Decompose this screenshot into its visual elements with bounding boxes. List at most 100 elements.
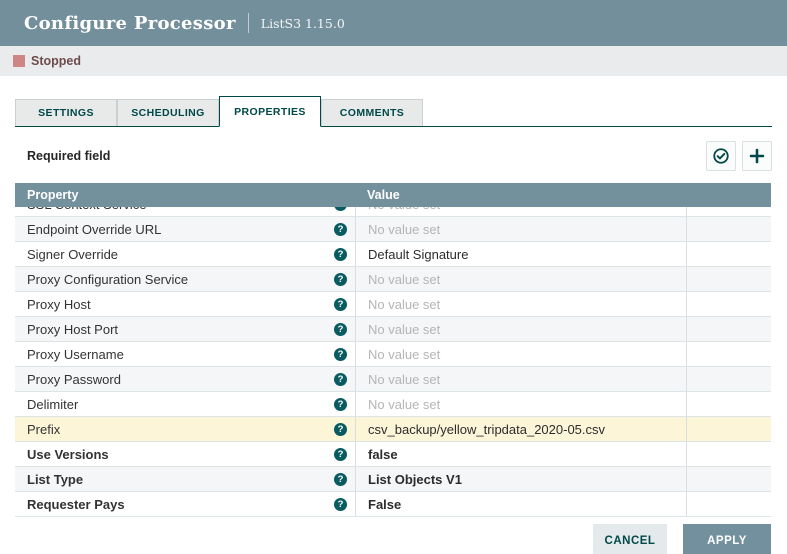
row-actions-cell <box>686 342 771 366</box>
processor-name-version: ListS3 1.15.0 <box>261 16 345 31</box>
row-actions-cell <box>686 317 771 341</box>
property-name: Proxy Host <box>27 297 334 312</box>
tab-properties[interactable]: PROPERTIES <box>219 96 321 127</box>
value-cell[interactable]: No value set <box>355 317 686 341</box>
help-icon[interactable]: ? <box>334 373 347 386</box>
properties-table: Property Value SSL Context Service ? No … <box>15 183 771 517</box>
property-cell: List Type ? <box>15 467 355 491</box>
add-property-button[interactable] <box>742 141 772 171</box>
tab-comments[interactable]: COMMENTS <box>321 99 423 126</box>
property-cell: Endpoint Override URL ? <box>15 217 355 241</box>
help-icon[interactable]: ? <box>334 223 347 236</box>
plus-icon <box>748 147 766 165</box>
dialog-title: Configure Processor <box>24 13 236 34</box>
table-row[interactable]: Requester Pays ? False <box>15 492 771 517</box>
row-actions-cell <box>686 392 771 416</box>
property-cell: Proxy Password ? <box>15 367 355 391</box>
value-cell[interactable]: No value set <box>355 342 686 366</box>
property-name: Prefix <box>27 422 334 437</box>
value-cell[interactable]: false <box>355 442 686 466</box>
configure-processor-dialog: Configure Processor ListS3 1.15.0 Stoppe… <box>0 0 787 554</box>
value-cell[interactable]: csv_backup/yellow_tripdata_2020-05.csv <box>355 417 686 441</box>
cancel-button[interactable]: CANCEL <box>593 524 667 554</box>
table-row[interactable]: List Type ? List Objects V1 <box>15 467 771 492</box>
help-icon[interactable]: ? <box>334 348 347 361</box>
dialog-footer: CANCEL APPLY <box>593 524 771 554</box>
property-name: Proxy Configuration Service <box>27 272 334 287</box>
row-actions-cell <box>686 467 771 491</box>
property-cell: Prefix ? <box>15 417 355 441</box>
help-icon[interactable]: ? <box>334 498 347 511</box>
required-field-label: Required field <box>15 149 110 163</box>
property-name: Signer Override <box>27 247 334 262</box>
help-icon[interactable]: ? <box>334 473 347 486</box>
property-cell: Proxy Host ? <box>15 292 355 316</box>
verify-properties-button[interactable] <box>706 141 736 171</box>
property-cell: Use Versions ? <box>15 442 355 466</box>
table-body: SSL Context Service ? No value set Endpo… <box>15 192 771 517</box>
table-row[interactable]: Proxy Host Port ? No value set <box>15 317 771 342</box>
property-name: Proxy Password <box>27 372 334 387</box>
property-name: Proxy Host Port <box>27 322 334 337</box>
value-cell[interactable]: No value set <box>355 292 686 316</box>
tab-settings[interactable]: SETTINGS <box>15 99 117 126</box>
row-actions-cell <box>686 217 771 241</box>
property-column-header: Property <box>15 188 355 202</box>
table-row[interactable]: Use Versions ? false <box>15 442 771 467</box>
value-cell[interactable]: Default Signature <box>355 242 686 266</box>
properties-toolbar: Required field <box>15 141 772 171</box>
verify-properties-icon <box>712 147 730 165</box>
table-row[interactable]: Delimiter ? No value set <box>15 392 771 417</box>
row-actions-cell <box>686 267 771 291</box>
table-row[interactable]: Endpoint Override URL ? No value set <box>15 217 771 242</box>
value-cell[interactable]: List Objects V1 <box>355 467 686 491</box>
apply-button[interactable]: APPLY <box>683 524 771 554</box>
help-icon[interactable]: ? <box>334 248 347 261</box>
row-actions-cell <box>686 417 771 441</box>
value-cell[interactable]: No value set <box>355 367 686 391</box>
property-cell: Delimiter ? <box>15 392 355 416</box>
tab-bar: SETTINGSSCHEDULINGPROPERTIESCOMMENTS <box>15 96 772 127</box>
run-status-bar: Stopped <box>0 46 787 76</box>
table-row[interactable]: Prefix ? csv_backup/yellow_tripdata_2020… <box>15 417 771 442</box>
help-icon[interactable]: ? <box>334 448 347 461</box>
property-name: Endpoint Override URL <box>27 222 334 237</box>
table-row[interactable]: Proxy Password ? No value set <box>15 367 771 392</box>
table-row[interactable]: Proxy Host ? No value set <box>15 292 771 317</box>
row-actions-cell <box>686 367 771 391</box>
property-cell: Proxy Host Port ? <box>15 317 355 341</box>
table-row[interactable]: Signer Override ? Default Signature <box>15 242 771 267</box>
value-cell[interactable]: No value set <box>355 217 686 241</box>
tab-scheduling[interactable]: SCHEDULING <box>117 99 219 126</box>
property-cell: Signer Override ? <box>15 242 355 266</box>
row-actions-cell <box>686 492 771 516</box>
value-cell[interactable]: No value set <box>355 267 686 291</box>
title-separator <box>248 13 249 33</box>
property-name: Delimiter <box>27 397 334 412</box>
property-cell: Proxy Configuration Service ? <box>15 267 355 291</box>
table-row[interactable]: Proxy Username ? No value set <box>15 342 771 367</box>
help-icon[interactable]: ? <box>334 423 347 436</box>
row-actions-cell <box>686 242 771 266</box>
table-row[interactable]: Proxy Configuration Service ? No value s… <box>15 267 771 292</box>
table-header-row: Property Value <box>15 183 771 207</box>
property-name: List Type <box>27 472 334 487</box>
run-status-label: Stopped <box>31 54 81 68</box>
help-icon[interactable]: ? <box>334 398 347 411</box>
value-column-header: Value <box>355 188 400 202</box>
dialog-titlebar: Configure Processor ListS3 1.15.0 <box>0 0 787 46</box>
stopped-status-icon <box>13 55 25 67</box>
property-cell: Requester Pays ? <box>15 492 355 516</box>
value-cell[interactable]: False <box>355 492 686 516</box>
property-name: Requester Pays <box>27 497 334 512</box>
property-cell: Proxy Username ? <box>15 342 355 366</box>
property-name: Use Versions <box>27 447 334 462</box>
property-name: Proxy Username <box>27 347 334 362</box>
help-icon[interactable]: ? <box>334 298 347 311</box>
value-cell[interactable]: No value set <box>355 392 686 416</box>
row-actions-cell <box>686 442 771 466</box>
toolbar-icon-buttons <box>706 141 772 171</box>
row-actions-cell <box>686 292 771 316</box>
help-icon[interactable]: ? <box>334 323 347 336</box>
help-icon[interactable]: ? <box>334 273 347 286</box>
